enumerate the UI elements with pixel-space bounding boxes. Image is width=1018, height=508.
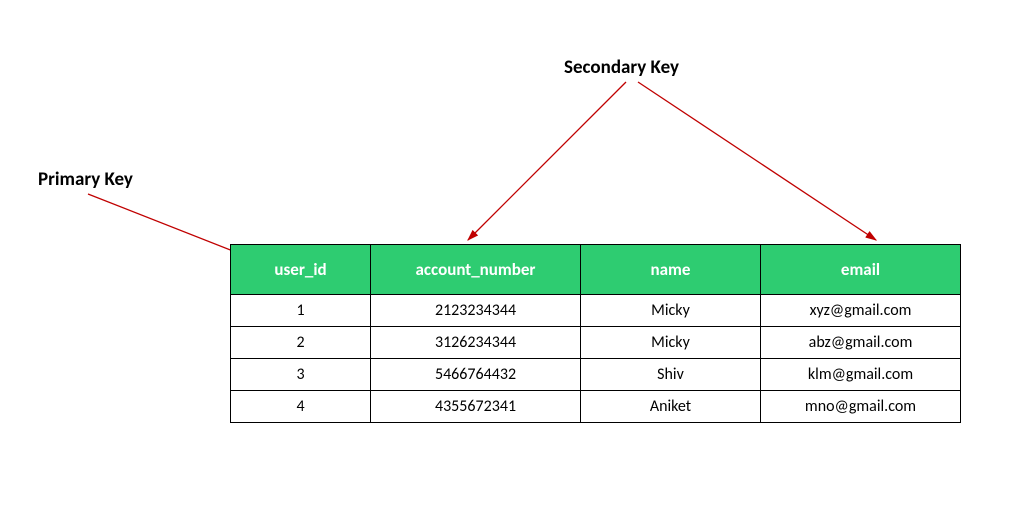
- header-email: email: [761, 245, 961, 295]
- primary-key-label: Primary Key: [38, 168, 133, 191]
- data-table-container: user_id account_number name email 1 2123…: [230, 244, 961, 423]
- cell-name: Aniket: [581, 391, 761, 423]
- cell-user-id: 2: [231, 327, 371, 359]
- table-header-row: user_id account_number name email: [231, 245, 961, 295]
- table-row: 4 4355672341 Aniket mno@gmail.com: [231, 391, 961, 423]
- cell-email: mno@gmail.com: [761, 391, 961, 423]
- cell-email: abz@gmail.com: [761, 327, 961, 359]
- cell-email: xyz@gmail.com: [761, 295, 961, 327]
- header-name: name: [581, 245, 761, 295]
- cell-name: Shiv: [581, 359, 761, 391]
- cell-user-id: 1: [231, 295, 371, 327]
- table-row: 3 5466764432 Shiv klm@gmail.com: [231, 359, 961, 391]
- cell-name: Micky: [581, 327, 761, 359]
- data-table: user_id account_number name email 1 2123…: [230, 244, 961, 423]
- header-user-id: user_id: [231, 245, 371, 295]
- cell-account-number: 4355672341: [371, 391, 581, 423]
- cell-user-id: 3: [231, 359, 371, 391]
- arrow-secondary-to-email: [638, 82, 876, 240]
- cell-user-id: 4: [231, 391, 371, 423]
- cell-name: Micky: [581, 295, 761, 327]
- cell-account-number: 2123234344: [371, 295, 581, 327]
- header-account-number: account_number: [371, 245, 581, 295]
- table-row: 1 2123234344 Micky xyz@gmail.com: [231, 295, 961, 327]
- table-row: 2 3126234344 Micky abz@gmail.com: [231, 327, 961, 359]
- cell-account-number: 3126234344: [371, 327, 581, 359]
- secondary-key-label: Secondary Key: [564, 56, 679, 79]
- arrow-secondary-to-account: [468, 82, 626, 240]
- cell-account-number: 5466764432: [371, 359, 581, 391]
- cell-email: klm@gmail.com: [761, 359, 961, 391]
